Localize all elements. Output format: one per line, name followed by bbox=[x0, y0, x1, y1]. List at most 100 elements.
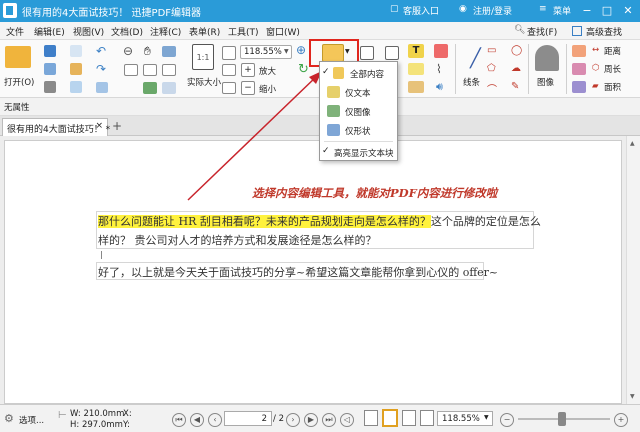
menu-item-all-content[interactable]: ✓ 全部内容 bbox=[320, 64, 397, 82]
find-button[interactable]: 查找(F) bbox=[527, 25, 557, 38]
page-number-input[interactable]: 2 bbox=[224, 411, 272, 426]
redo-icon[interactable]: ↷ bbox=[96, 62, 106, 76]
rect-shape-icon[interactable]: ▭ bbox=[487, 45, 496, 56]
snapshot-icon[interactable] bbox=[162, 46, 176, 57]
zoom-in-circle-icon[interactable]: ⊕ bbox=[296, 43, 306, 57]
service-icon[interactable]: ▢ bbox=[390, 4, 399, 14]
sound-icon[interactable]: 🔊︎ bbox=[436, 80, 443, 94]
rotate-icon[interactable]: ↻ bbox=[298, 62, 309, 77]
perimeter-button[interactable]: 周长 bbox=[604, 63, 621, 75]
prev-view-button[interactable]: ◁ bbox=[340, 413, 354, 427]
fit-width-icon[interactable] bbox=[222, 64, 236, 76]
menu-icon[interactable]: ≡ bbox=[539, 4, 547, 14]
cloud-shape-icon[interactable]: ☁︎ bbox=[511, 63, 521, 74]
next-page-button[interactable]: ▶ bbox=[304, 413, 318, 427]
zoom-out-button[interactable]: 缩小 bbox=[259, 83, 276, 95]
two-page-icon[interactable] bbox=[402, 410, 416, 426]
image-stamp-icon[interactable] bbox=[535, 45, 559, 71]
pencil-icon[interactable]: ✎ bbox=[511, 81, 519, 92]
zoom-out-status-button[interactable]: − bbox=[500, 413, 514, 427]
email-icon[interactable] bbox=[44, 81, 56, 93]
menu-link[interactable]: 菜单 bbox=[553, 4, 571, 17]
zoom-out-icon[interactable]: − bbox=[241, 81, 255, 95]
back-button[interactable]: ‹ bbox=[208, 413, 222, 427]
polyline-icon[interactable]: ⌒ bbox=[487, 81, 497, 96]
single-page-icon[interactable] bbox=[364, 410, 378, 426]
menu-item-text-only[interactable]: 仅文本 bbox=[320, 83, 397, 101]
polygon-shape-icon[interactable]: ⬠ bbox=[487, 63, 496, 74]
select-text-icon[interactable] bbox=[143, 64, 157, 76]
hand-tool-icon[interactable]: ✋︎ bbox=[144, 44, 151, 59]
adv-find-button[interactable]: 高级查找 bbox=[586, 25, 622, 38]
area-icon[interactable]: ▰ bbox=[592, 81, 599, 91]
pencil2-icon[interactable] bbox=[572, 63, 586, 75]
menu-tools[interactable]: 工具(T) bbox=[228, 25, 259, 38]
menu-view[interactable]: 视图(V) bbox=[73, 25, 104, 38]
clipboard-icon[interactable] bbox=[70, 63, 82, 75]
minimize-button[interactable]: − bbox=[578, 2, 596, 20]
select-icon[interactable] bbox=[124, 64, 138, 76]
ellipse-shape-icon[interactable]: ◯ bbox=[511, 45, 522, 56]
stamp-tool-icon[interactable] bbox=[408, 81, 424, 93]
save-icon[interactable] bbox=[44, 45, 56, 57]
attach-icon[interactable]: ⌇ bbox=[436, 62, 442, 76]
continuous-page-icon[interactable] bbox=[382, 409, 398, 427]
adv-find-icon[interactable] bbox=[572, 26, 582, 36]
status-zoom-dropdown-icon[interactable]: ▼ bbox=[484, 414, 489, 421]
menu-file[interactable]: 文件 bbox=[6, 25, 24, 38]
maximize-button[interactable]: □ bbox=[598, 2, 616, 20]
menu-window[interactable]: 窗口(W) bbox=[266, 25, 300, 38]
two-page-continuous-icon[interactable] bbox=[420, 410, 434, 426]
ruler-icon[interactable] bbox=[572, 81, 586, 93]
login-link[interactable]: 注册/登录 bbox=[473, 4, 512, 17]
image-tool-icon[interactable] bbox=[143, 82, 157, 94]
forward-button[interactable]: › bbox=[286, 413, 300, 427]
menu-item-shape-only[interactable]: 仅形状 bbox=[320, 121, 397, 139]
find-icon[interactable]: 🔍︎ bbox=[514, 25, 525, 35]
tab-document[interactable]: 很有用的4大面试技巧！ * × bbox=[2, 118, 110, 136]
doc-line-3[interactable]: 好了，以上就是今天关于面试技巧的分享~希望这篇文章能帮你拿到心仪的 offer~ bbox=[98, 264, 498, 280]
menu-comment[interactable]: 注释(C) bbox=[150, 25, 181, 38]
doc-line-2[interactable]: 样的？ 贵公司对人才的培养方式和发展途径是怎么样的？ bbox=[98, 232, 377, 248]
scan-icon[interactable] bbox=[70, 81, 82, 93]
service-link[interactable]: 客服入口 bbox=[403, 4, 439, 17]
scroll-down-icon[interactable]: ▼ bbox=[630, 393, 635, 400]
note-tool-icon[interactable] bbox=[408, 63, 424, 75]
area-button[interactable]: 面积 bbox=[604, 81, 621, 93]
menu-item-highlight-blocks[interactable]: ✓ 高亮显示文本块 bbox=[320, 143, 397, 161]
open-folder-icon[interactable] bbox=[5, 46, 31, 68]
gear-icon[interactable]: ⚙ bbox=[4, 412, 14, 425]
scroll-up-icon[interactable]: ▲ bbox=[630, 140, 635, 147]
actual-size-icon[interactable]: 1:1 bbox=[192, 44, 214, 70]
prev-page-button[interactable]: ◀ bbox=[190, 413, 204, 427]
zoom-slider-thumb[interactable] bbox=[558, 412, 566, 426]
menu-item-image-only[interactable]: 仅图像 bbox=[320, 102, 397, 120]
new-tab-button[interactable]: + bbox=[110, 118, 124, 134]
open-button[interactable]: 打开(O) bbox=[4, 76, 34, 88]
last-page-button[interactable]: ⏭ bbox=[322, 413, 336, 427]
line-tool-icon[interactable]: ╱ bbox=[470, 48, 481, 69]
distance-button[interactable]: 距离 bbox=[604, 45, 621, 57]
fit-page-icon[interactable] bbox=[222, 46, 236, 60]
zoom-in-status-button[interactable]: + bbox=[614, 413, 628, 427]
options-button[interactable]: 选项... bbox=[19, 414, 44, 426]
undo-icon[interactable]: ↶ bbox=[96, 44, 106, 58]
doc-line-1[interactable]: 那什么问题能让 HR 刮目相看呢？未来的产品规划走向是怎么样的？这个品牌的定位是… bbox=[98, 213, 541, 229]
highlight-tool-icon[interactable] bbox=[434, 44, 448, 58]
zoom-in-button[interactable]: 放大 bbox=[259, 65, 276, 77]
tab-close-icon[interactable]: × bbox=[95, 121, 103, 131]
text-tool-icon[interactable]: T bbox=[408, 44, 424, 58]
zoom-dropdown-icon[interactable]: ▼ bbox=[284, 48, 289, 55]
distance-icon[interactable]: ↔ bbox=[592, 45, 599, 55]
first-page-button[interactable]: ⏮ bbox=[172, 413, 186, 427]
zoom-in-icon[interactable]: + bbox=[241, 63, 255, 77]
eraser-icon[interactable] bbox=[572, 45, 586, 57]
close-button[interactable]: ✕ bbox=[619, 2, 637, 20]
marquee-icon[interactable] bbox=[162, 82, 176, 94]
fit-visible-icon[interactable] bbox=[222, 82, 236, 94]
clipboard2-icon[interactable] bbox=[96, 82, 108, 93]
menu-form[interactable]: 表单(R) bbox=[189, 25, 220, 38]
vertical-scrollbar[interactable]: ▲ ▼ bbox=[626, 136, 640, 404]
menu-edit[interactable]: 编辑(E) bbox=[34, 25, 65, 38]
form-tool-icon[interactable] bbox=[360, 46, 374, 60]
